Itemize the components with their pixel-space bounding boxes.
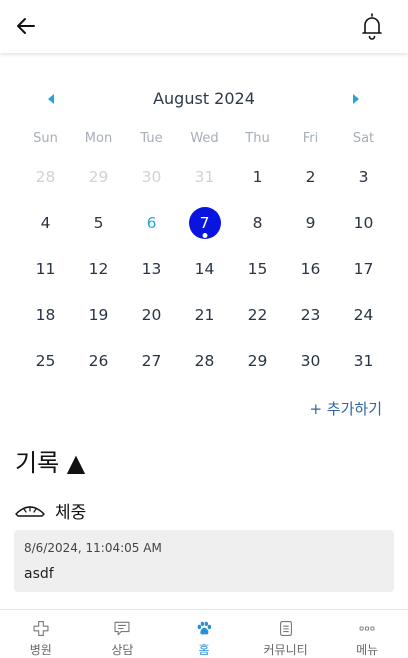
month-title: August 2024 <box>153 89 255 108</box>
calendar-day[interactable]: 24 <box>337 292 390 338</box>
calendar-grid: 28 29 30 31 1 2 3 4 5 6 7 8 9 10 11 12 1… <box>19 154 390 384</box>
calendar-header: August 2024 <box>0 88 408 110</box>
calendar-day[interactable]: 29 <box>231 338 284 384</box>
calendar-week: 4 5 6 7 8 9 10 <box>19 200 390 246</box>
calendar-day-prev-month[interactable]: 31 <box>178 154 231 200</box>
scale-icon <box>15 506 45 517</box>
nav-hospital[interactable]: 병원 <box>0 610 82 658</box>
calendar-day[interactable]: 31 <box>337 338 390 384</box>
record-timestamp: 8/6/2024, 11:04:05 AM <box>24 541 162 555</box>
calendar-day[interactable]: 23 <box>284 292 337 338</box>
calendar-day[interactable]: 4 <box>19 200 72 246</box>
calendar-day[interactable]: 8 <box>231 200 284 246</box>
calendar-day[interactable]: 5 <box>72 200 125 246</box>
calendar-day[interactable]: 25 <box>19 338 72 384</box>
calendar-day[interactable]: 20 <box>125 292 178 338</box>
calendar-week: 25 26 27 28 29 30 31 <box>19 338 390 384</box>
calendar-day[interactable]: 11 <box>19 246 72 292</box>
calendar-day[interactable]: 10 <box>337 200 390 246</box>
calendar-day[interactable]: 28 <box>178 338 231 384</box>
calendar-week: 18 19 20 21 22 23 24 <box>19 292 390 338</box>
notification-bell-icon[interactable] <box>360 11 384 41</box>
calendar-day[interactable]: 16 <box>284 246 337 292</box>
nav-label: 상담 <box>111 643 134 657</box>
paw-icon <box>197 621 212 635</box>
weekday-label: Sun <box>33 131 58 146</box>
record-entry[interactable]: 8/6/2024, 11:04:05 AM asdf <box>14 530 394 592</box>
hospital-cross-icon <box>33 621 49 636</box>
next-month-icon[interactable] <box>350 92 362 106</box>
nav-menu[interactable]: 메뉴 <box>326 610 408 658</box>
weekday-label: Tue <box>140 131 163 146</box>
calendar-day[interactable]: 21 <box>178 292 231 338</box>
calendar-day[interactable]: 30 <box>284 338 337 384</box>
calendar-day[interactable]: 15 <box>231 246 284 292</box>
calendar-day[interactable]: 18 <box>19 292 72 338</box>
weight-category: 체중 <box>14 498 87 523</box>
weekday-header: Sun Mon Tue Wed Thu Fri Sat <box>19 131 390 147</box>
calendar-day[interactable]: 1 <box>231 154 284 200</box>
nav-consult[interactable]: 상담 <box>82 610 164 658</box>
nav-label: 홈 <box>198 643 210 657</box>
nav-home[interactable]: 홈 <box>163 610 245 658</box>
calendar-day[interactable]: 17 <box>337 246 390 292</box>
weekday-label: Sat <box>352 131 375 146</box>
back-arrow-icon[interactable] <box>14 14 38 38</box>
records-toggle-title[interactable]: 기록 ▲ <box>15 443 85 478</box>
nav-community[interactable]: 커뮤니티 <box>245 610 327 658</box>
add-record-link[interactable]: + 추가하기 <box>309 398 382 419</box>
top-app-bar <box>0 0 408 53</box>
calendar-day[interactable]: 26 <box>72 338 125 384</box>
bottom-navigation: 병원 상담 홈 커뮤니티 메뉴 <box>0 609 408 658</box>
weekday-label: Thu <box>245 131 270 146</box>
nav-label: 메뉴 <box>356 643 379 657</box>
calendar-week: 11 12 13 14 15 16 17 <box>19 246 390 292</box>
calendar-week: 28 29 30 31 1 2 3 <box>19 154 390 200</box>
calendar-day-prev-month[interactable]: 30 <box>125 154 178 200</box>
calendar-day[interactable]: 14 <box>178 246 231 292</box>
record-text: asdf <box>24 566 54 582</box>
calendar-day[interactable]: 2 <box>284 154 337 200</box>
more-icon <box>359 626 375 631</box>
weekday-label: Wed <box>190 131 219 146</box>
weekday-label: Mon <box>84 131 113 146</box>
weekday-label: Fri <box>302 131 319 146</box>
calendar-day-prev-month[interactable]: 29 <box>72 154 125 200</box>
calendar-day-selected[interactable]: 7 <box>178 200 231 246</box>
document-icon <box>279 621 292 636</box>
nav-label: 병원 <box>29 643 52 657</box>
weight-label: 체중 <box>55 502 87 523</box>
calendar-day[interactable]: 3 <box>337 154 390 200</box>
chat-icon <box>114 621 130 636</box>
calendar-day[interactable]: 27 <box>125 338 178 384</box>
calendar-day[interactable]: 22 <box>231 292 284 338</box>
calendar-day[interactable]: 13 <box>125 246 178 292</box>
calendar-day[interactable]: 12 <box>72 246 125 292</box>
calendar-day-today[interactable]: 6 <box>125 200 178 246</box>
calendar-day[interactable]: 19 <box>72 292 125 338</box>
calendar-day-prev-month[interactable]: 28 <box>19 154 72 200</box>
calendar-day[interactable]: 9 <box>284 200 337 246</box>
nav-label: 커뮤니티 <box>263 643 308 657</box>
